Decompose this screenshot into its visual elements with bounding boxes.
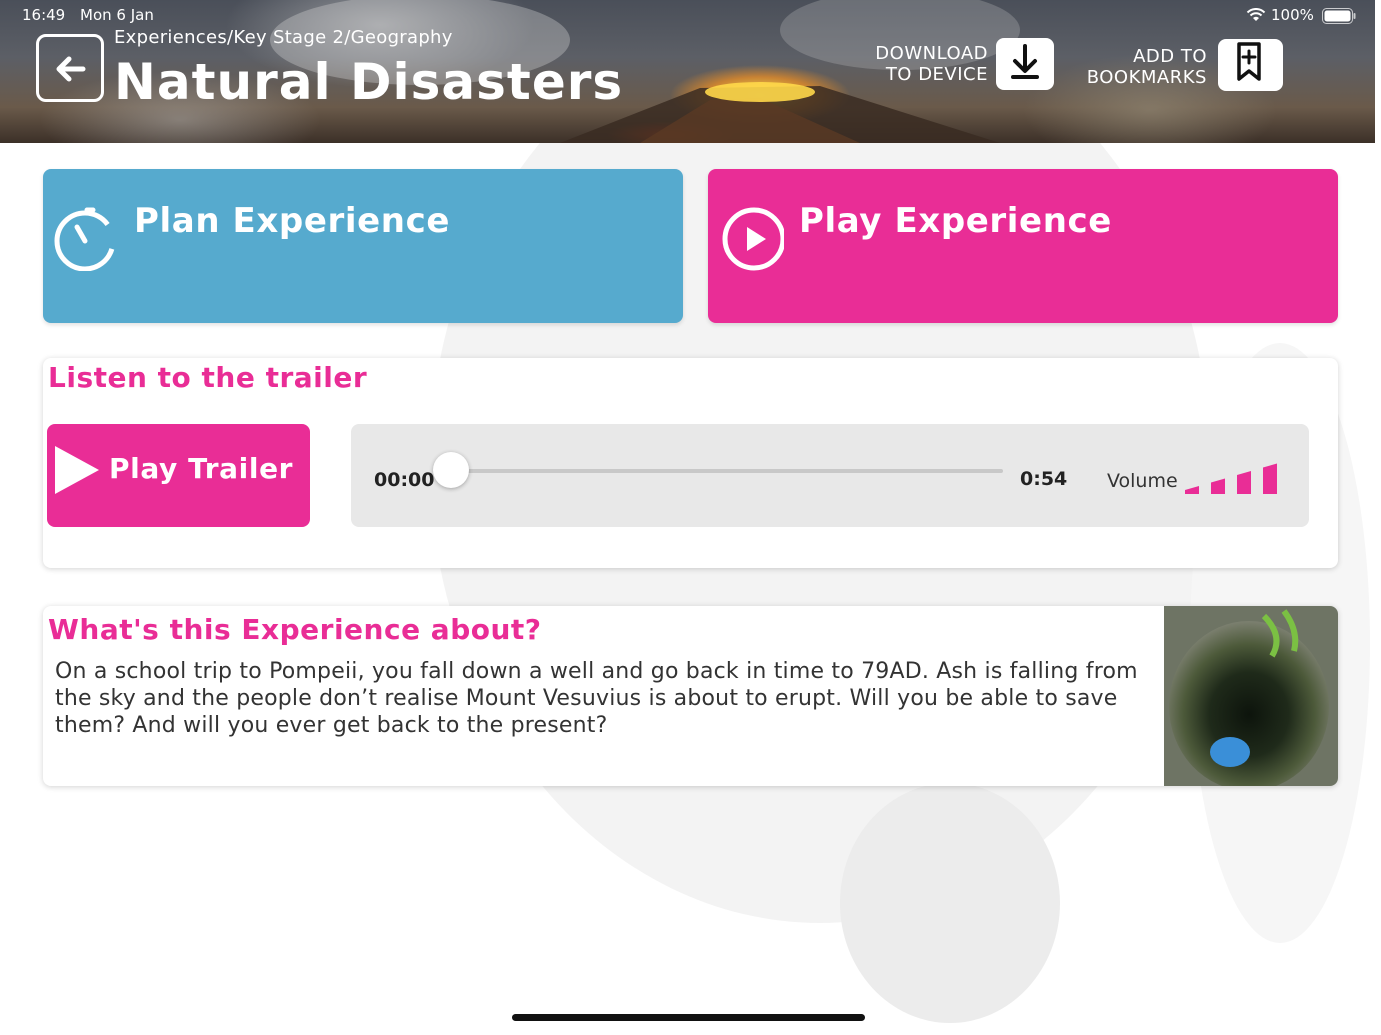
trailer-heading: Listen to the trailer [48,361,368,394]
progress-thumb[interactable] [433,452,469,488]
play-trailer-label: Play Trailer [109,452,294,485]
volume-bars-icon[interactable] [1185,462,1277,494]
volume-bar[interactable] [1263,463,1277,495]
battery-icon [1322,8,1356,24]
volume-label: Volume [1107,470,1178,492]
download-label-line2: TO DEVICE [885,64,988,85]
volume-bar[interactable] [1211,478,1225,495]
volume-bar[interactable] [1237,471,1251,494]
play-circle-icon [722,207,784,271]
header-banner: 16:49 Mon 6 Jan 100% Experiences/Key Sta… [0,0,1375,143]
bookmark-label: ADD TO BOOKMARKS [1040,46,1207,88]
about-description: On a school trip to Pompeii, you fall do… [55,659,1138,738]
add-bookmark-button[interactable] [1218,39,1283,91]
play-triangle-icon [55,446,99,494]
current-time: 00:00 [374,469,435,491]
bookmark-label-line2: BOOKMARKS [1086,67,1207,88]
progress-track[interactable] [451,469,1003,473]
download-label: DOWNLOAD TO DEVICE [850,43,988,85]
bookmark-plus-icon [1237,42,1261,81]
back-button[interactable] [36,34,104,102]
play-trailer-button[interactable]: Play Trailer [47,424,310,527]
plan-experience-button[interactable]: Plan Experience [43,169,683,323]
timer-icon [54,207,116,271]
battery-percent: 100% [1271,6,1314,24]
play-experience-button[interactable]: Play Experience [708,169,1338,323]
status-date: Mon 6 Jan [80,6,154,24]
well-image [1164,606,1338,786]
wifi-icon [1246,8,1266,21]
page-title: Natural Disasters [114,53,624,111]
trailer-panel: Listen to the trailer Play Trailer 00:00… [43,358,1338,568]
audio-player: 00:00 0:54 Volume [351,424,1309,527]
about-panel: What's this Experience about? On a schoo… [43,606,1338,786]
arrow-left-icon [56,56,86,82]
about-heading: What's this Experience about? [48,613,542,646]
status-time: 16:49 [22,6,66,24]
home-indicator [512,1014,865,1021]
bookmark-label-line1: ADD TO [1133,46,1207,67]
volume-bar[interactable] [1185,486,1199,494]
total-time: 0:54 [1020,468,1068,490]
plan-experience-label: Plan Experience [134,201,451,241]
play-experience-label: Play Experience [799,201,1112,241]
breadcrumb[interactable]: Experiences/Key Stage 2/Geography [114,27,453,48]
download-label-line1: DOWNLOAD [875,43,988,64]
